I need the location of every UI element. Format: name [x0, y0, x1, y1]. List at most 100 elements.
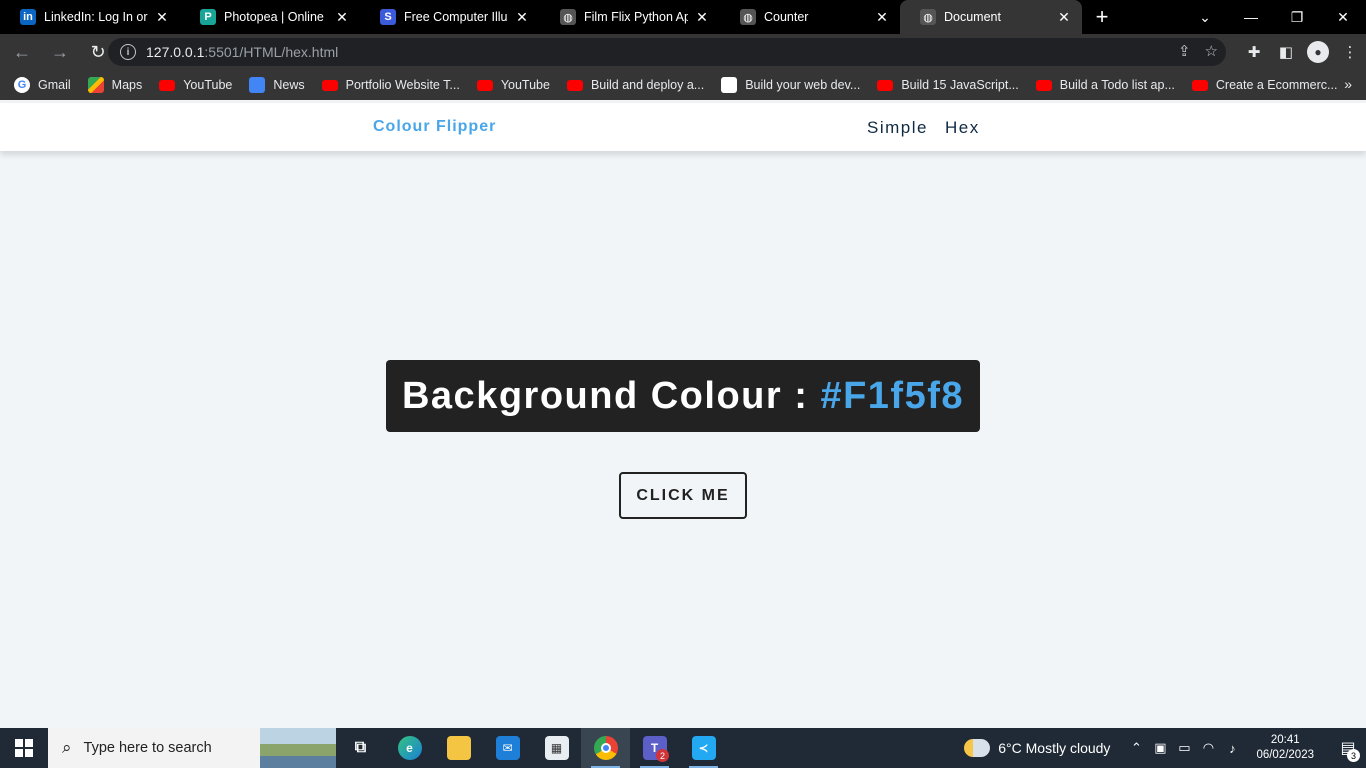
bookmark-item[interactable]: Create a Ecommerc...	[1191, 78, 1337, 92]
address-bar[interactable]: i 127.0.0.1:5501/HTML/hex.html ⇪ ☆	[108, 38, 1226, 66]
bookmark-item[interactable]: G Gmail	[14, 77, 71, 93]
share-icon[interactable]: ⇪	[1178, 42, 1191, 60]
browser-tab[interactable]: P Photopea | Online Pho ✕	[180, 0, 360, 34]
tab-close-icon[interactable]: ✕	[514, 9, 530, 26]
bookmark-star-icon[interactable]: ☆	[1205, 42, 1218, 60]
nav-link-simple[interactable]: Simple	[867, 118, 928, 138]
vscode-icon: ≺	[691, 736, 716, 760]
brand-logo[interactable]: Colour Flipper	[373, 118, 496, 136]
linkedin-icon: in	[20, 9, 36, 25]
taskbar-search[interactable]: ⌕ Type here to search	[48, 728, 336, 768]
close-window-button[interactable]: ✕	[1320, 0, 1366, 34]
task-view-icon: ⧉	[354, 739, 367, 756]
extensions-icon[interactable]: ✚	[1238, 36, 1270, 68]
tabs-container: in LinkedIn: Log In or Sig ✕ P Photopea | On…	[0, 0, 1082, 34]
notifications-button[interactable]: ▤ 3	[1330, 728, 1366, 768]
search-highlight-image	[260, 728, 336, 768]
tab-title: LinkedIn: Log In or Sig	[44, 10, 148, 24]
teams-button[interactable]: T2	[630, 728, 679, 768]
site-info-icon[interactable]: i	[120, 44, 136, 60]
tab-title: Counter	[764, 10, 809, 24]
tab-close-icon[interactable]: ✕	[694, 9, 710, 26]
bookmark-label: YouTube	[500, 78, 550, 92]
globe-icon: ◍	[920, 9, 936, 25]
side-panel-icon[interactable]: ◧	[1270, 36, 1302, 68]
forward-button[interactable]: →	[44, 36, 76, 68]
bookmark-label: Build your web dev...	[745, 78, 861, 92]
browser-toolbar: ← → ↻ i 127.0.0.1:5501/HTML/hex.html ⇪ ☆…	[0, 34, 1366, 70]
tab-close-icon[interactable]: ✕	[154, 9, 170, 26]
weather-text: 6°C Mostly cloudy	[998, 740, 1111, 756]
colour-value: #F1f5f8	[820, 374, 964, 417]
bookmarks-list: G Gmail Maps YouTube News Portfolio Website T…	[14, 77, 1354, 93]
bookmark-label: Maps	[111, 78, 143, 92]
file-explorer-button[interactable]	[434, 728, 483, 768]
mail-button[interactable]: ✉	[483, 728, 532, 768]
vscode-button[interactable]: ≺	[679, 728, 728, 768]
profile-avatar-icon[interactable]: ●	[1307, 41, 1329, 63]
bookmark-item[interactable]: YouTube	[159, 78, 232, 92]
browser-tab[interactable]: in LinkedIn: Log In or Sig ✕	[0, 0, 180, 34]
tab-close-icon[interactable]: ✕	[874, 9, 890, 26]
tab-close-icon[interactable]: ✕	[334, 9, 350, 26]
tab-title: Document	[944, 10, 1001, 24]
edge-button[interactable]: e	[385, 728, 434, 768]
menu-kebab-icon[interactable]: ⋮	[1334, 36, 1366, 68]
store-icon: ▦	[544, 736, 569, 760]
youtube-icon	[159, 79, 176, 91]
youtube-icon	[1191, 79, 1208, 91]
minimize-button[interactable]: —	[1228, 0, 1274, 34]
back-button[interactable]: ←	[6, 36, 38, 68]
tab-close-icon[interactable]: ✕	[1056, 9, 1072, 26]
bookmark-label: Build a Todo list ap...	[1059, 78, 1175, 92]
colour-label: Background Colour :	[401, 374, 821, 417]
bookmark-item[interactable]: Build and deploy a...	[566, 78, 704, 92]
browser-tab[interactable]: S Free Computer Illustra ✕	[360, 0, 540, 34]
click-me-button[interactable]: CLICK ME	[619, 472, 747, 519]
colour-display: Background Colour : #F1f5f8	[386, 360, 980, 432]
clock-time: 20:41	[1270, 734, 1300, 746]
chevron-up-icon[interactable]: ⌃	[1124, 740, 1148, 756]
meet-now-icon[interactable]: ▣	[1148, 740, 1172, 756]
photopea-icon: P	[200, 9, 216, 25]
youtube-icon	[877, 79, 894, 91]
browser-tab[interactable]: ◍ Counter ✕	[720, 0, 900, 34]
bookmark-item[interactable]: Build your web dev...	[721, 77, 860, 93]
youtube-icon	[566, 79, 583, 91]
bookmark-site-icon	[721, 77, 738, 93]
storyset-icon: S	[380, 9, 396, 25]
chrome-button[interactable]	[581, 728, 630, 768]
volume-icon[interactable]: ♪	[1220, 741, 1244, 756]
task-view-button[interactable]: ⧉	[336, 728, 385, 768]
weather-widget[interactable]: 6°C Mostly cloudy	[964, 739, 1110, 757]
tab-title: Photopea | Online Pho	[224, 10, 328, 24]
bookmark-item[interactable]: Build a Todo list ap...	[1035, 78, 1175, 92]
bookmark-item[interactable]: Maps	[87, 77, 143, 93]
mail-icon: ✉	[495, 736, 520, 760]
more-bookmarks-icon[interactable]: »	[1344, 76, 1352, 92]
battery-icon[interactable]: ▭	[1172, 740, 1196, 756]
tab-title: Free Computer Illustra	[404, 10, 508, 24]
store-button[interactable]: ▦	[532, 728, 581, 768]
youtube-icon	[476, 79, 493, 91]
new-tab-button[interactable]: +	[1082, 0, 1122, 34]
bookmark-item[interactable]: Portfolio Website T...	[321, 78, 460, 92]
omnibox-actions: ⇪ ☆	[1178, 42, 1218, 60]
clock[interactable]: 20:41 06/02/2023	[1256, 733, 1314, 763]
bookmark-label: Portfolio Website T...	[345, 78, 460, 92]
start-button[interactable]	[0, 728, 48, 768]
bookmark-item[interactable]: News	[249, 77, 305, 93]
browser-tab[interactable]: ◍ Document ✕	[900, 0, 1082, 34]
bookmark-item[interactable]: Build 15 JavaScript...	[877, 78, 1019, 92]
restore-button[interactable]: ❐	[1274, 0, 1320, 34]
nav-link-hex[interactable]: Hex	[945, 118, 980, 138]
bookmark-item[interactable]: YouTube	[476, 78, 550, 92]
clock-date: 06/02/2023	[1256, 749, 1314, 761]
news-icon	[249, 77, 266, 93]
tab-search-icon[interactable]: ⌄	[1182, 0, 1228, 34]
google-icon: G	[14, 77, 30, 93]
wifi-icon[interactable]: ◠	[1196, 740, 1220, 756]
chrome-icon	[593, 736, 618, 760]
page-viewport: Colour Flipper Simple Hex Background Col…	[0, 100, 1366, 728]
browser-tab[interactable]: ◍ Film Flix Python App ✕	[540, 0, 720, 34]
